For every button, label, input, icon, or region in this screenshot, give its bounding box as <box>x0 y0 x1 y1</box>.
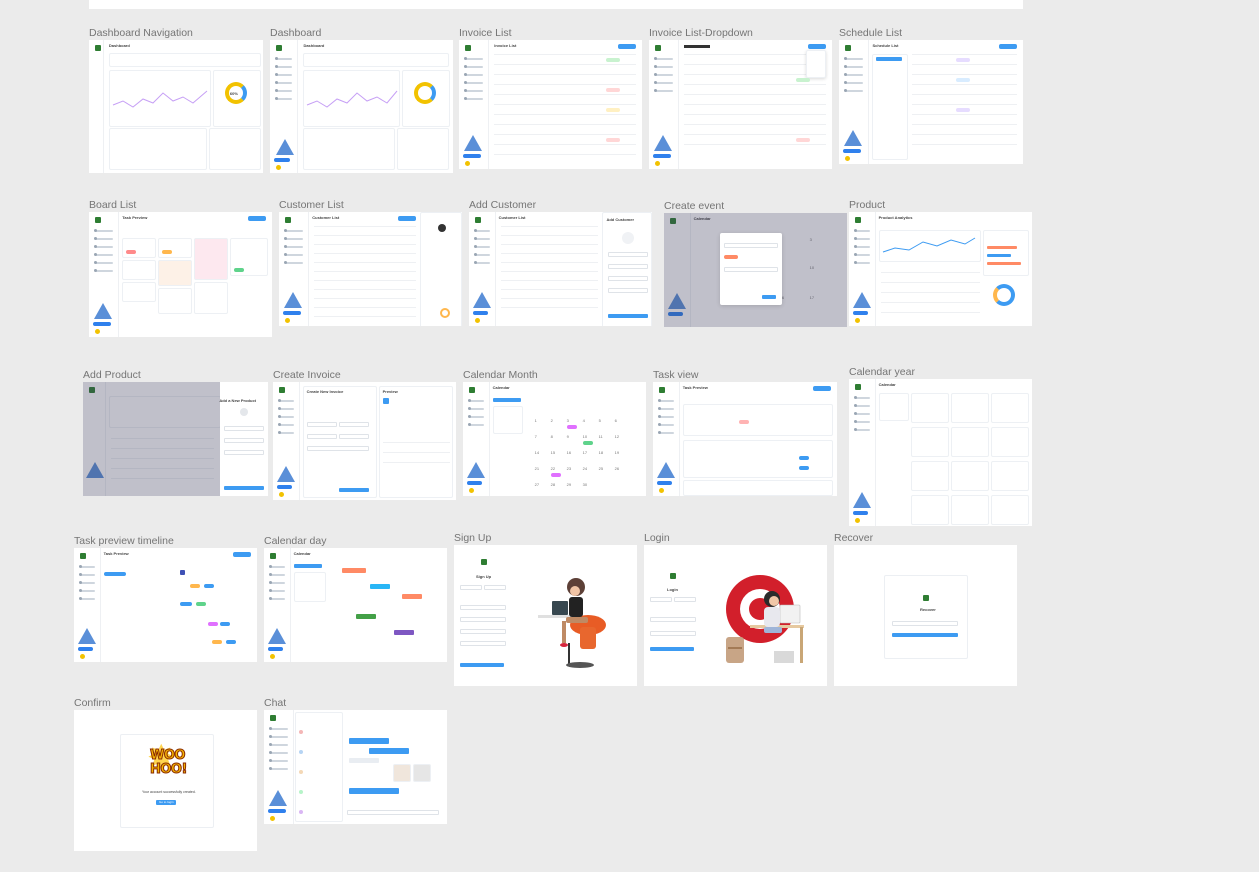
frame-recover[interactable]: Recover Recover <box>834 532 1017 686</box>
frame-label: Confirm <box>74 697 111 709</box>
frame-add-customer[interactable]: Add Customer Customer List Add Customer <box>469 199 652 326</box>
frame-login[interactable]: Login Login <box>644 532 827 686</box>
frame-label: Schedule List <box>839 27 903 39</box>
frame-task-preview-timeline[interactable]: Task preview timeline Task Preview <box>74 535 257 662</box>
frame-label: Calendar day <box>264 535 327 547</box>
frame-create-event[interactable]: Create event Calendar 12 38 910 1617 <box>664 200 847 327</box>
sign-up-illustration <box>538 578 606 668</box>
frame-label: Add Customer <box>469 199 537 211</box>
frame-label: Recover <box>834 532 874 544</box>
top-frame-strip <box>89 0 1023 9</box>
frame-invoice-list[interactable]: Invoice List Invoice List <box>459 27 642 169</box>
frame-label: Product <box>849 199 886 211</box>
frame-label: Add Product <box>83 369 141 381</box>
frame-task-view[interactable]: Task view Task Preview <box>653 369 837 496</box>
frame-label: Create Invoice <box>273 369 341 381</box>
frame-dashboard[interactable]: Dashboard Dashboard <box>270 27 453 173</box>
frame-invoice-list-dropdown[interactable]: Invoice List-Dropdown <box>649 27 832 169</box>
frame-create-invoice[interactable]: Create Invoice Create New Invoice Previe… <box>273 369 456 500</box>
login-illustration <box>726 575 804 663</box>
frame-label: Sign Up <box>454 532 492 544</box>
frame-label: Board List <box>89 199 137 211</box>
frame-dashboard-navigation[interactable]: Dashboard Navigation Dashboard 60% <box>89 27 263 173</box>
frame-sign-up[interactable]: Sign Up Sign Up <box>454 532 637 686</box>
frame-label: Dashboard Navigation <box>89 27 193 39</box>
frame-label: Customer List <box>279 199 344 211</box>
frame-label: Create event <box>664 200 725 212</box>
frame-add-product[interactable]: Add Product Add a New Product <box>83 369 268 496</box>
frame-confirm[interactable]: Confirm ✸ WOO HOO! Your account successf… <box>74 697 257 851</box>
frame-label: Task view <box>653 369 699 381</box>
frame-label: Chat <box>264 697 287 709</box>
frame-label: Dashboard <box>270 27 322 39</box>
frame-board-list[interactable]: Board List Task Preview <box>89 199 272 337</box>
frame-schedule-list[interactable]: Schedule List Schedule List <box>839 27 1023 164</box>
frame-calendar-year[interactable]: Calendar year Calendar <box>849 366 1032 526</box>
frame-label: Login <box>644 532 670 544</box>
frame-calendar-day[interactable]: Calendar day Calendar <box>264 535 447 662</box>
frame-label: Task preview timeline <box>74 535 174 547</box>
frame-customer-list[interactable]: Customer List Customer List <box>279 199 462 326</box>
thumb-title: Dashboard <box>108 43 130 48</box>
frame-label: Invoice List <box>459 27 512 39</box>
frame-calendar-month[interactable]: Calendar Month Calendar 12 34 56 78 9 10 … <box>463 369 646 496</box>
frame-product[interactable]: Product Product Analytics <box>849 199 1032 326</box>
frame-chat[interactable]: Chat <box>264 697 447 824</box>
frame-label: Invoice List-Dropdown <box>649 27 753 39</box>
frame-label: Calendar year <box>849 366 915 378</box>
frame-label: Calendar Month <box>463 369 538 381</box>
